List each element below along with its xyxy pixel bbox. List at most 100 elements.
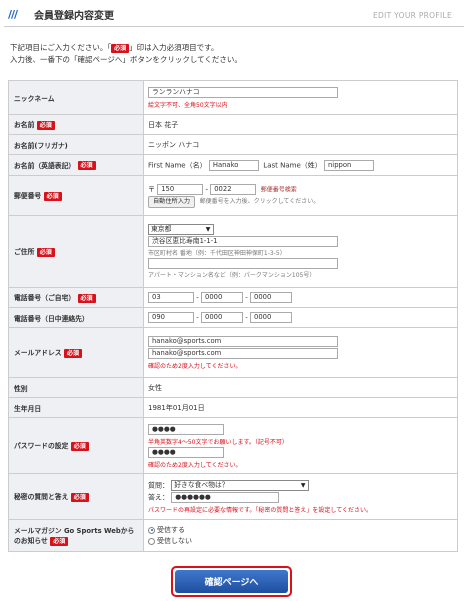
required-badge: 必須 [63, 348, 82, 358]
radio-unchecked-icon[interactable] [148, 537, 155, 545]
birthday-value: 1981年01月01日 [148, 403, 205, 412]
kana-value: ニッポン ハナコ [148, 140, 200, 149]
required-badge: 必須 [36, 120, 55, 130]
profile-form-table: ニックネーム ランランハナコ 絵文字不可、全角50文字以内 お名前 必須 日本 … [8, 80, 458, 552]
first-name-input[interactable]: Hanako [208, 159, 259, 171]
chevron-down-icon: ▼ [205, 226, 211, 233]
intro-text: 下記項目にご入力ください。「 必須 」印は入力必須項目です。 入力後、一番下の「確認… [10, 42, 460, 66]
password-hint: 半角英数字4～50文字でお願いします。（記号不可） [148, 438, 288, 446]
nickname-input[interactable]: ランランハナコ [148, 86, 338, 98]
secret-label: 秘密の質問と答え [14, 493, 69, 502]
kana-label: お名前(フリガナ) [14, 141, 68, 150]
required-badge: 必須 [70, 441, 89, 451]
required-badge: 必須 [111, 43, 130, 53]
chevron-down-icon: ▼ [300, 482, 306, 489]
gender-value: 女性 [148, 383, 162, 392]
phone-day-dash-2: - [245, 313, 248, 322]
address-label: ご住所 [14, 248, 35, 257]
row-name: お名前 必須 日本 花子 [8, 114, 458, 135]
address-line1-input[interactable]: 渋谷区恵比寿南1-1-1 [148, 236, 338, 247]
question-label: 質問： [148, 481, 169, 490]
row-password: パスワードの設定 必須 ●●●● 半角英数字4～50文字でお願いします。（記号不… [8, 417, 458, 474]
postal-dash: - [205, 185, 208, 193]
password-input[interactable]: ●●●● [148, 423, 224, 435]
radio-checked-icon[interactable] [148, 526, 155, 534]
password-confirm-input[interactable]: ●●●● [148, 446, 224, 458]
row-secret: 秘密の質問と答え 必須 質問： 好きな食べ物は？ ▼ 答え： ●●●●●● パス… [8, 473, 458, 520]
name-value: 日本 花子 [148, 120, 179, 129]
header-slash-icon: /// [8, 8, 18, 21]
phone-day-label: 電話番号（日中連絡先） [14, 314, 89, 323]
answer-input[interactable]: ●●●●●● [171, 492, 280, 503]
row-phone-home: 電話番号（ご自宅） 必須 03 - 0000 - 0000 [8, 287, 458, 308]
postal-search-link[interactable]: 郵便番号検索 [261, 186, 297, 193]
row-birthday: 生年月日 1981年01月01日 [8, 397, 458, 418]
nickname-label: ニックネーム [14, 94, 55, 103]
email-input[interactable]: hanako@sports.com [148, 336, 338, 347]
address-line1-hint: 市区町村名 番地（例：千代田区神田神保町1-3-5） [148, 250, 286, 257]
phone-day-input-3[interactable]: 0000 [250, 312, 292, 323]
email-confirm-input[interactable]: hanako@sports.com [148, 348, 338, 359]
postal-input-2[interactable]: 0022 [210, 183, 257, 195]
required-badge: 必須 [43, 191, 62, 201]
question-value: 好きな食べ物は？ [174, 481, 229, 489]
required-badge: 必須 [77, 161, 96, 171]
gender-label: 性別 [14, 384, 28, 393]
row-nickname: ニックネーム ランランハナコ 絵文字不可、全角50文字以内 [8, 80, 458, 115]
confirm-page-button[interactable]: 確認ページへ [175, 570, 288, 593]
required-badge: 必須 [36, 247, 55, 257]
row-kana: お名前(フリガナ) ニッポン ハナコ [8, 134, 458, 155]
phone-home-input-1[interactable]: 03 [148, 292, 194, 303]
password-label: パスワードの設定 [14, 442, 69, 451]
address-line2-input[interactable] [148, 258, 338, 269]
page-header: /// 会員登録内容変更 EDIT YOUR PROFILE [4, 3, 464, 27]
auto-address-note: 郵便番号を入力後、クリックしてください。 [199, 197, 320, 205]
answer-label: 答え： [148, 493, 169, 502]
newsletter-label-line2: のお知らせ [14, 537, 48, 546]
row-gender: 性別 女性 [8, 377, 458, 398]
phone-home-label: 電話番号（ご自宅） [14, 294, 76, 303]
name-label: お名前 [14, 121, 35, 130]
prefecture-value: 東京都 [151, 225, 172, 233]
last-name-label: Last Name（姓） [263, 161, 322, 169]
row-postal: 郵便番号 必須 〒 150 - 0022 郵便番号検索 自動住所入力 郵便番号を… [8, 175, 458, 216]
newsletter-option-no[interactable]: 受信しない [148, 536, 453, 546]
auto-address-button[interactable]: 自動住所入力 [148, 195, 196, 208]
first-name-label: First Name（名） [148, 161, 207, 169]
last-name-input[interactable]: nippon [324, 159, 374, 171]
phone-home-dash-1: - [196, 293, 199, 302]
email-note: 確認のため2度入力してください。 [148, 363, 242, 370]
postal-label: 郵便番号 [14, 192, 42, 201]
password-confirm-note: 確認のため2度入力してください。 [148, 461, 242, 469]
intro-line1-a: 下記項目にご入力ください。「 [10, 43, 112, 52]
english-name-label: お名前（英語表記） [14, 161, 76, 170]
question-select[interactable]: 好きな食べ物は？ ▼ [171, 480, 310, 491]
email-label: メールアドレス [14, 349, 62, 358]
submit-button-frame: 確認ページへ [171, 566, 292, 597]
secret-note: パスワードの再設定に必要な情報です。「秘密の質問と答え」を設定してください。 [148, 507, 373, 514]
phone-home-input-2[interactable]: 0000 [201, 292, 243, 303]
phone-home-dash-2: - [245, 293, 248, 302]
row-email: メールアドレス 必須 hanako@sports.com hanako@spor… [8, 327, 458, 378]
intro-line1-b: 」印は入力必須項目です。 [129, 43, 219, 52]
intro-line2: 入力後、一番下の「確認ページへ」ボタンをクリックしてください。 [10, 55, 242, 64]
row-address: ご住所 必須 東京都 ▼ 渋谷区恵比寿南1-1-1 市区町村名 番地（例：千代田… [8, 215, 458, 288]
page-subtitle: EDIT YOUR PROFILE [372, 11, 452, 20]
phone-day-dash-1: - [196, 313, 199, 322]
newsletter-option-yes[interactable]: 受信する [148, 525, 453, 535]
newsletter-yes-label: 受信する [157, 526, 185, 534]
row-newsletter: メールマガジン Go Sports Webから のお知らせ 必須 受信する 受信… [8, 519, 458, 552]
row-phone-day: 電話番号（日中連絡先） 090 - 0000 - 0000 [8, 307, 458, 328]
row-english-name: お名前（英語表記） 必須 First Name（名） Hanako Last N… [8, 154, 458, 176]
phone-day-input-2[interactable]: 0000 [201, 312, 243, 323]
confirm-page-button-label: 確認ページへ [204, 578, 259, 588]
prefecture-select[interactable]: 東京都 ▼ [148, 224, 214, 235]
required-badge: 必須 [50, 536, 69, 546]
phone-day-input-1[interactable]: 090 [148, 312, 194, 323]
postal-input-1[interactable]: 150 [157, 183, 204, 195]
required-badge: 必須 [77, 293, 96, 303]
phone-home-input-3[interactable]: 0000 [250, 292, 292, 303]
address-line2-hint: アパート・マンション名など（例：パークマンション105号） [148, 272, 316, 279]
page-title: 会員登録内容変更 [34, 11, 114, 22]
nickname-error: 絵文字不可、全角50文字以内 [148, 101, 228, 109]
